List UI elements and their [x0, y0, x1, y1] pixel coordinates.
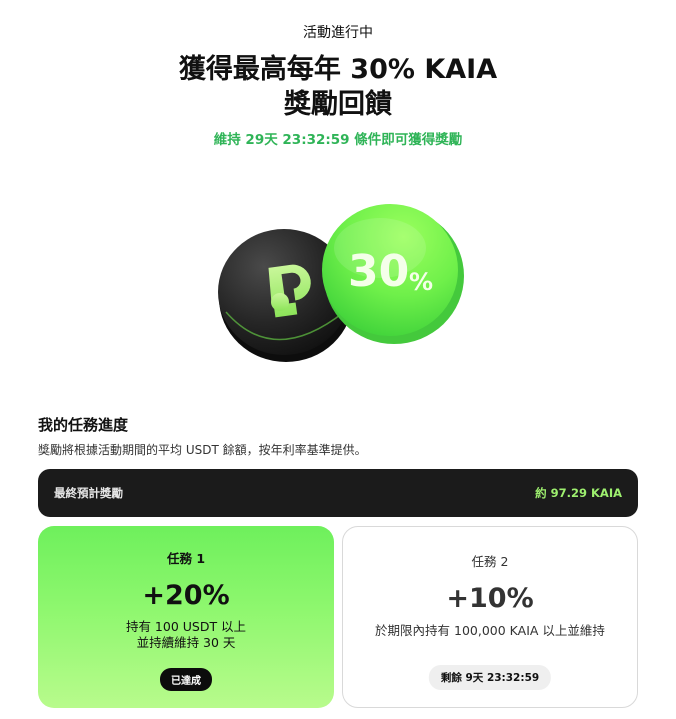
page-title-line-1: 獲得最高每年 30% KAIA	[178, 54, 498, 85]
page-title: 獲得最高每年 30% KAIA 獎勵回饋	[0, 52, 676, 122]
countdown-notice: 維持 29天 23:32:59 條件即可獲得獎勵	[0, 128, 676, 148]
task-2-remaining-time: 23:32:59	[483, 672, 540, 684]
countdown-prefix: 維持	[213, 132, 246, 148]
task-card-1: 任務 1 +20% 持有 100 USDT 以上 並持續維持 30 天 已達成	[38, 526, 334, 708]
task-2-description-line-1: 於期限內持有 100,000 KAIA 以上並維持	[375, 623, 605, 638]
coin-percent-number: 30	[348, 246, 409, 297]
hero-coins-illustration: 30 %	[214, 192, 470, 368]
task-2-description: 於期限內持有 100,000 KAIA 以上並維持	[343, 623, 637, 639]
progress-description: 獎勵將根據活動期間的平均 USDT 餘額，按年利率基準提供。	[38, 443, 367, 457]
page-title-line-2: 獎勵回饋	[284, 89, 392, 120]
estimated-reward-label: 最終預計獎勵	[54, 486, 123, 500]
task-2-reward: +10%	[446, 583, 534, 614]
task-1-title: 任務 1	[166, 551, 206, 566]
countdown-time: 23:32:59	[277, 132, 350, 148]
task-card-2: 任務 2 +10% 於期限內持有 100,000 KAIA 以上並維持 剩餘 9…	[342, 526, 638, 708]
task-1-description-line-2: 並持續維持 30 天	[136, 635, 236, 650]
task-2-remaining-days: 9天	[465, 672, 484, 684]
task-2-remaining-prefix: 剩餘	[440, 672, 466, 684]
task-1-reward: +20%	[142, 580, 230, 611]
campaign-status: 活動進行中	[303, 25, 373, 41]
task-2-title: 任務 2	[471, 554, 509, 569]
task-1-completed-badge: 已達成	[160, 668, 212, 691]
estimated-reward-bar: 最終預計獎勵 約 97.29 KAIA	[38, 469, 638, 517]
progress-title: 我的任務進度	[38, 416, 129, 434]
task-2-remaining-badge: 剩餘 9天 23:32:59	[428, 665, 552, 690]
coin-percent-sign: %	[409, 268, 433, 296]
estimated-reward-value: 約 97.29 KAIA	[535, 486, 622, 500]
task-1-description-line-1: 持有 100 USDT 以上	[125, 619, 247, 634]
task-1-description: 持有 100 USDT 以上 並持續維持 30 天	[38, 619, 334, 651]
countdown-suffix: 條件即可獲得獎勵	[349, 132, 463, 148]
countdown-days: 29天	[245, 132, 278, 148]
